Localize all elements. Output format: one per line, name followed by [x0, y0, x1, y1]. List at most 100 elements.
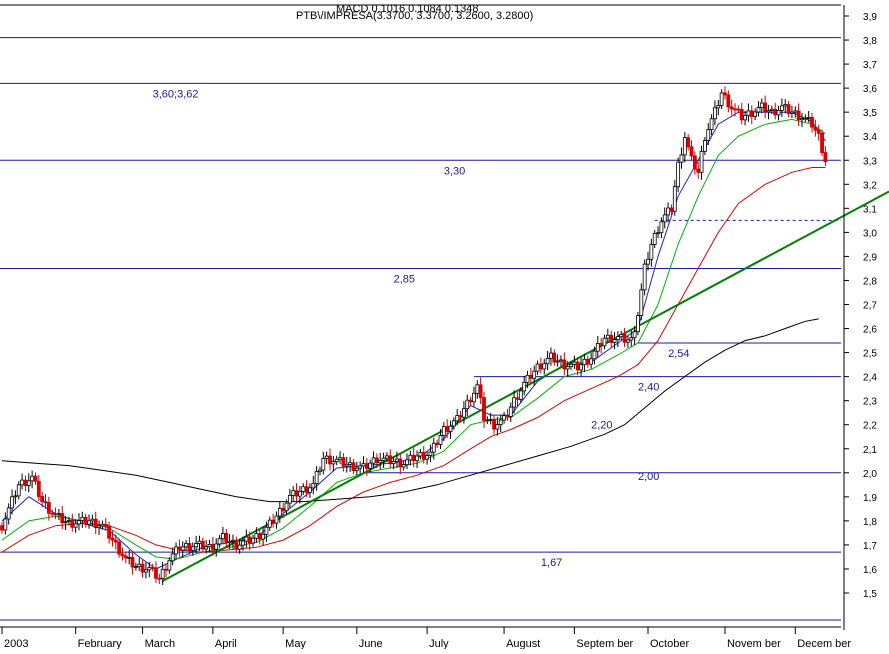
- candle-body: [308, 487, 312, 493]
- candle-body: [421, 452, 426, 460]
- candle-body: [180, 546, 185, 551]
- level-label: 1,67: [541, 557, 562, 569]
- candle-body: [170, 553, 175, 562]
- candle-body: [227, 540, 232, 543]
- candle-body: [622, 334, 627, 343]
- candle-body: [562, 359, 567, 370]
- candle-body: [321, 457, 326, 471]
- candle-body: [495, 424, 500, 430]
- x-tick-label: February: [78, 638, 123, 649]
- candle-body: [692, 155, 697, 170]
- candle-body: [549, 352, 553, 359]
- candle-body: [130, 557, 135, 568]
- candle-body: [492, 419, 496, 430]
- candle-body: [555, 360, 560, 363]
- candle-body: [746, 110, 751, 116]
- candle-body: [626, 339, 630, 343]
- candle-body: [482, 397, 486, 421]
- candle-body: [431, 442, 436, 453]
- candle-body: [589, 358, 594, 365]
- candle-body: [271, 519, 276, 524]
- level-label: 2,85: [394, 273, 415, 285]
- candle-body: [803, 117, 808, 120]
- candle-body: [344, 463, 349, 467]
- candle-body: [763, 102, 768, 113]
- candle-body: [107, 525, 112, 539]
- candle-body: [716, 105, 721, 109]
- y-tick-label: 1,5: [863, 589, 877, 600]
- candle-body: [294, 490, 299, 497]
- candle-body: [569, 363, 573, 368]
- candle-body: [723, 92, 727, 96]
- level-label: 2,54: [668, 348, 689, 360]
- candle-body: [800, 118, 804, 121]
- candle-body: [20, 479, 24, 486]
- y-tick-label: 2,4: [863, 373, 877, 384]
- candle-body: [100, 523, 105, 527]
- candle-body: [756, 107, 761, 113]
- level-label: 2,40: [638, 382, 659, 394]
- candle-body: [686, 137, 691, 148]
- candle-body: [391, 460, 396, 465]
- candle-body: [468, 399, 473, 403]
- candle-body: [23, 479, 28, 486]
- candle-body: [411, 454, 416, 462]
- candle-body: [649, 243, 654, 260]
- candle-body: [324, 455, 329, 459]
- candle-body: [46, 501, 51, 514]
- x-tick-label: May: [285, 638, 306, 649]
- candle-body: [318, 469, 322, 473]
- candle-body: [174, 546, 178, 555]
- y-tick-label: 2,2: [863, 421, 877, 432]
- candle-body: [739, 109, 744, 121]
- candle-body: [455, 415, 460, 422]
- candle-body: [157, 577, 162, 580]
- candle-body: [733, 108, 737, 111]
- y-tick-label: 3,4: [863, 132, 877, 143]
- candle-body: [348, 462, 353, 465]
- candle-body: [63, 521, 68, 523]
- candle-body: [405, 459, 409, 466]
- candle-body: [736, 108, 741, 111]
- candle-body: [639, 289, 644, 316]
- candle-body: [806, 117, 811, 119]
- candle-body: [753, 111, 758, 117]
- candle-body: [277, 507, 282, 517]
- candle-body: [103, 523, 108, 527]
- x-tick-label: 2003: [4, 638, 28, 649]
- candle-body: [237, 544, 242, 550]
- candle-body: [351, 462, 356, 471]
- candle-body: [87, 520, 91, 525]
- candle-body: [43, 501, 48, 504]
- candle-body: [465, 399, 470, 410]
- candle-body: [287, 494, 292, 504]
- candle-body: [572, 361, 577, 365]
- candle-body: [458, 415, 463, 418]
- x-tick-label: October: [650, 638, 689, 649]
- y-tick-label: 3,2: [863, 180, 877, 191]
- candle-body: [632, 331, 637, 339]
- chart-svg: 3,60;3,62 3,30 2,85 2,54 2,40 2,20 2,00 1,67 3,…: [0, 0, 889, 650]
- candle-body: [297, 491, 302, 497]
- candle-body: [666, 207, 670, 216]
- candle-body: [6, 507, 11, 520]
- candle-body: [364, 463, 369, 469]
- candle-body: [595, 343, 600, 352]
- candle-body: [207, 544, 212, 548]
- candle-body: [575, 361, 580, 371]
- candle-body: [385, 455, 389, 459]
- candle-body: [190, 546, 195, 551]
- candle-body: [642, 263, 647, 291]
- level-label: 3,30: [444, 165, 465, 177]
- candle-body: [378, 460, 383, 464]
- candle-body: [729, 106, 734, 110]
- candle-body: [90, 518, 95, 522]
- candle-body: [331, 461, 336, 465]
- candle-body: [147, 567, 152, 571]
- candle-body: [311, 482, 316, 489]
- candle-body: [435, 442, 440, 445]
- candle-body: [816, 129, 821, 134]
- candle-body: [438, 435, 443, 445]
- candle-body: [267, 519, 272, 528]
- candle-body: [70, 519, 75, 528]
